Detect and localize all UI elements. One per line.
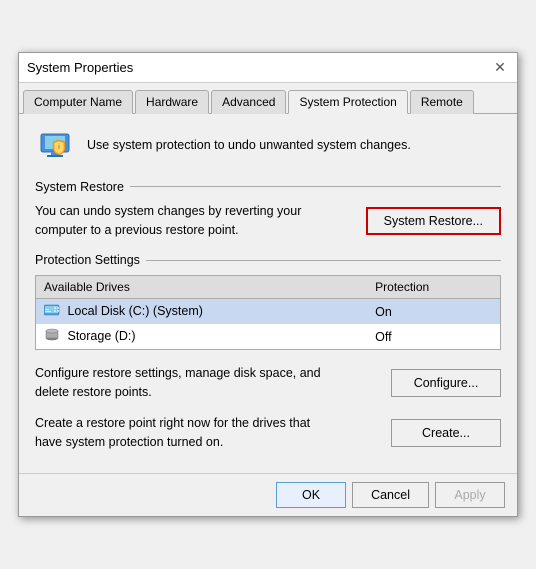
system-restore-section: System Restore You can undo system chang… (35, 180, 501, 240)
intro-section: i Use system protection to undo unwanted… (35, 126, 501, 166)
tab-computer-name[interactable]: Computer Name (23, 90, 133, 114)
restore-row: You can undo system changes by reverting… (35, 202, 501, 240)
restore-description: You can undo system changes by reverting… (35, 202, 305, 240)
tab-content: i Use system protection to undo unwanted… (19, 114, 517, 474)
col-protection: Protection (367, 276, 500, 299)
table-row[interactable]: Local Disk (C:) (System) On (36, 299, 501, 325)
protection-status-d: Off (367, 324, 500, 350)
system-restore-header: System Restore (35, 180, 501, 194)
configure-row: Configure restore settings, manage disk … (35, 364, 501, 402)
cancel-button[interactable]: Cancel (352, 482, 429, 508)
window-title: System Properties (27, 60, 133, 75)
protection-settings-header: Protection Settings (35, 253, 501, 267)
intro-text: Use system protection to undo unwanted s… (87, 137, 411, 155)
create-button[interactable]: Create... (391, 419, 501, 447)
tab-bar: Computer Name Hardware Advanced System P… (19, 83, 517, 114)
apply-button[interactable]: Apply (435, 482, 505, 508)
col-available-drives: Available Drives (36, 276, 368, 299)
create-description: Create a restore point right now for the… (35, 414, 335, 452)
tab-hardware[interactable]: Hardware (135, 90, 209, 114)
tab-system-protection[interactable]: System Protection (288, 90, 407, 114)
title-bar: System Properties ✕ (19, 53, 517, 83)
configure-button[interactable]: Configure... (391, 369, 501, 397)
protection-settings-section: Protection Settings Available Drives Pro… (35, 253, 501, 350)
tab-remote[interactable]: Remote (410, 90, 474, 114)
close-button[interactable]: ✕ (491, 58, 509, 76)
ok-button[interactable]: OK (276, 482, 346, 508)
svg-text:i: i (58, 144, 60, 151)
drives-table: Available Drives Protection (35, 275, 501, 350)
create-row: Create a restore point right now for the… (35, 414, 501, 452)
system-restore-button[interactable]: System Restore... (366, 207, 501, 235)
drive-icon-c (44, 303, 60, 320)
shield-icon: i (35, 126, 75, 166)
system-properties-window: System Properties ✕ Computer Name Hardwa… (18, 52, 518, 518)
configure-description: Configure restore settings, manage disk … (35, 364, 335, 402)
drive-name-c: Local Disk (C:) (System) (36, 299, 368, 325)
table-row[interactable]: Storage (D:) Off (36, 324, 501, 350)
drive-name-d: Storage (D:) (36, 324, 368, 350)
footer: OK Cancel Apply (19, 473, 517, 516)
drive-icon-d (44, 328, 60, 345)
protection-status-c: On (367, 299, 500, 325)
tab-advanced[interactable]: Advanced (211, 90, 286, 114)
